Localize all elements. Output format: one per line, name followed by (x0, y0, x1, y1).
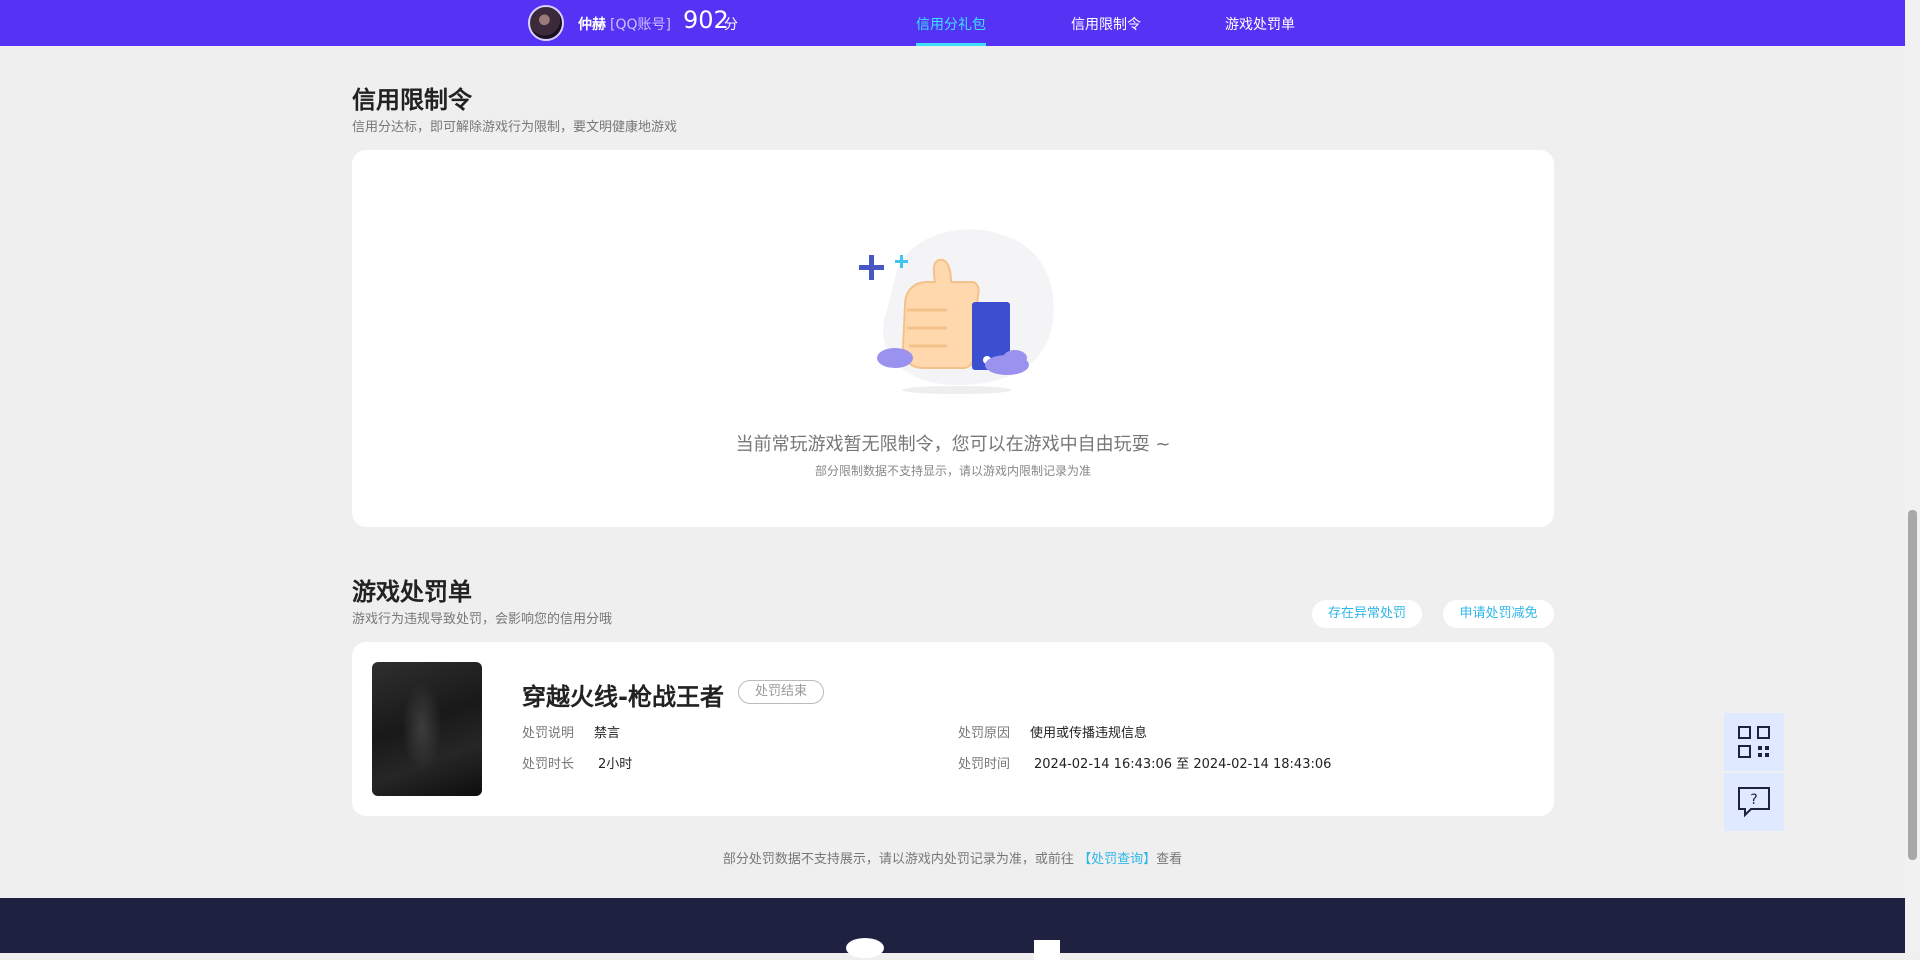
avatar[interactable] (528, 5, 564, 41)
game-cover-image (372, 662, 482, 796)
username: 仲赫 (578, 17, 606, 33)
credit-score-unit: 分 (724, 17, 738, 33)
help-icon: ? (1738, 787, 1770, 818)
footer-note-prefix: 部分处罚数据不支持展示，请以游戏内处罚记录为准，或前往 (722, 852, 1074, 867)
credit-score: 902 (683, 6, 729, 34)
restriction-section-title: 信用限制令 (352, 86, 472, 114)
punishment-query-link[interactable]: 【处罚查询】 (1078, 852, 1156, 867)
punishment-section-title: 游戏处罚单 (352, 578, 472, 606)
top-bar-inner: 仲赫 [QQ账号] 902 分 信用分礼包 信用限制令 游戏处罚单 (528, 0, 1328, 46)
punishment-desc-value: 禁言 (594, 726, 621, 741)
punishment-duration-label: 处罚时长 (522, 757, 575, 772)
punishment-footer-note: 部分处罚数据不支持展示，请以游戏内处罚记录为准，或前往 【处罚查询】查看 (0, 848, 1905, 867)
scrollbar-thumb[interactable] (1908, 510, 1917, 860)
tab-game-punishment[interactable]: 游戏处罚单 (1225, 14, 1295, 34)
game-name: 穿越火线-枪战王者 (522, 683, 724, 711)
footer-note-suffix: 查看 (1156, 852, 1183, 867)
restriction-section-subtitle: 信用分达标，即可解除游戏行为限制，要文明健康地游戏 (352, 120, 678, 135)
miniapp-icon[interactable] (1034, 940, 1060, 960)
punishment-section-subtitle: 游戏行为违规导致处罚，会影响您的信用分哦 (352, 612, 613, 627)
punishment-desc-label: 处罚说明 (522, 726, 575, 741)
punishment-time-value: 2024-02-14 16:43:06 至 2024-02-14 18:43:0… (1034, 757, 1332, 772)
empty-state-title: 当前常玩游戏暂无限制令，您可以在游戏中自由玩耍 ~ (735, 434, 1171, 455)
top-bar: 仲赫 [QQ账号] 902 分 信用分礼包 信用限制令 游戏处罚单 (0, 0, 1905, 46)
help-button[interactable]: ? (1724, 773, 1784, 831)
punishment-reason-label: 处罚原因 (958, 726, 1011, 741)
tab-credit-gift[interactable]: 信用分礼包 (916, 14, 986, 34)
status-badge: 处罚结束 (738, 680, 824, 704)
qr-code-button[interactable] (1724, 713, 1784, 771)
apply-punishment-reduction-button[interactable]: 申请处罚减免 (1443, 600, 1554, 628)
report-abnormal-punishment-button[interactable]: 存在异常处罚 (1312, 600, 1422, 628)
tab-credit-restriction[interactable]: 信用限制令 (1071, 14, 1141, 34)
account-type: [QQ账号] (610, 17, 671, 33)
svg-text:?: ? (1750, 792, 1757, 808)
active-tab-indicator (916, 43, 986, 46)
site-footer (0, 898, 1905, 960)
punishment-duration-value: 2小时 (598, 757, 633, 772)
punishment-time-label: 处罚时间 (958, 757, 1011, 772)
qr-code-icon (1738, 726, 1770, 758)
punishment-record-card: 穿越火线-枪战王者 处罚结束 处罚说明 禁言 处罚时长 2小时 处罚原因 使用或… (352, 642, 1554, 816)
restriction-card: 当前常玩游戏暂无限制令，您可以在游戏中自由玩耍 ~ 部分限制数据不支持显示，请以… (352, 150, 1554, 527)
thumbs-up-illustration-icon (859, 223, 1054, 394)
empty-state-note: 部分限制数据不支持显示，请以游戏内限制记录为准 (814, 464, 1091, 478)
punishment-reason-value: 使用或传播违规信息 (1030, 726, 1148, 741)
wechat-icon[interactable] (846, 938, 884, 958)
